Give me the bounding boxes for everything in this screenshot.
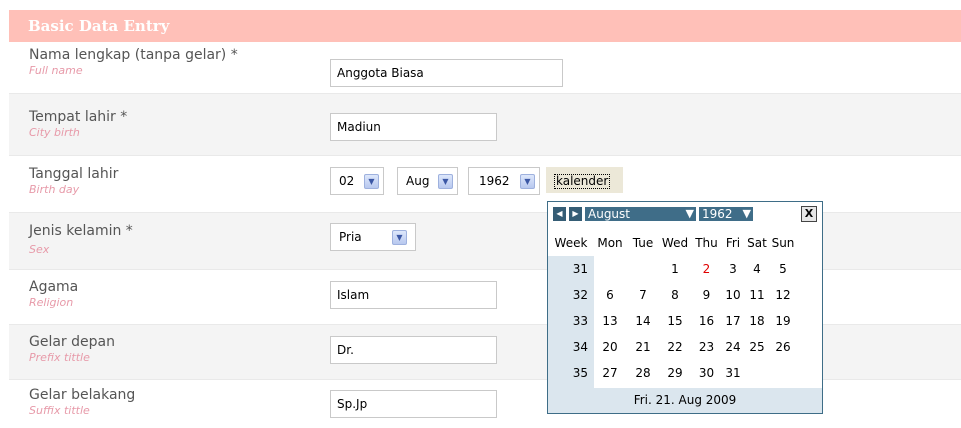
calendar-week-number: 32 <box>572 288 588 302</box>
calendar-day[interactable]: 28 <box>627 360 659 386</box>
calendar-toolbar: ◀ ▶ August ▼ 1962 ▼ X <box>548 202 822 230</box>
calendar-day[interactable]: 18 <box>744 308 770 334</box>
calendar-header-sat: Sat <box>747 236 767 250</box>
calendar-header-thu: Thu <box>695 236 718 250</box>
prefix-title-input[interactable] <box>330 336 497 364</box>
chevron-down-icon: ▼ <box>520 174 535 189</box>
calendar-day[interactable]: 8 <box>659 282 691 308</box>
calendar-day[interactable]: 15 <box>659 308 691 334</box>
suffix-title-label: Gelar belakang <box>29 387 136 403</box>
chevron-down-icon: ▼ <box>685 207 694 220</box>
full-name-sublabel: Full name <box>29 64 83 77</box>
calendar-day[interactable]: 21 <box>627 334 659 360</box>
prefix-title-sublabel: Prefix tittle <box>29 351 90 364</box>
chevron-down-icon: ▼ <box>742 207 751 220</box>
row-city-birth: Tempat lahir * City birth <box>9 94 961 156</box>
row-full-name: Nama lengkap (tanpa gelar) * Full name <box>9 42 961 94</box>
calendar-header-fri: Fri <box>725 236 741 250</box>
calendar-day[interactable]: 14 <box>627 308 659 334</box>
calendar-day[interactable]: 9 <box>691 282 722 308</box>
calendar-day[interactable]: 10 <box>722 282 744 308</box>
calendar-header-week: Week <box>554 236 588 250</box>
birth-month-value: Aug <box>406 174 430 188</box>
sex-value: Pria <box>339 230 362 244</box>
kalender-button[interactable]: kalender <box>545 166 624 194</box>
calendar-week-number: 31 <box>572 262 588 276</box>
full-name-input[interactable] <box>330 59 563 87</box>
birth-day-label: Tanggal lahir <box>29 166 119 182</box>
calendar-week-number: 34 <box>572 340 588 354</box>
calendar-day[interactable]: 23 <box>691 334 722 360</box>
calendar-day[interactable]: 30 <box>691 360 722 386</box>
calendar-day[interactable]: 11 <box>744 282 770 308</box>
calendar-day[interactable]: 13 <box>595 308 625 334</box>
calendar-header-wed: Wed <box>661 236 689 250</box>
chevron-down-icon: ▼ <box>438 174 453 189</box>
sex-label: Jenis kelamin * <box>29 223 133 239</box>
city-birth-sublabel: City birth <box>29 126 80 139</box>
birth-day-sublabel: Birth day <box>29 183 80 196</box>
calendar-day[interactable]: 4 <box>744 256 770 282</box>
calendar-day[interactable]: 2 <box>691 256 722 282</box>
birth-year-value: 1962 <box>479 174 510 188</box>
calendar-day[interactable]: 1 <box>659 256 691 282</box>
birth-day-select[interactable]: 02 ▼ <box>330 167 384 195</box>
calendar-day[interactable]: 20 <box>595 334 625 360</box>
calendar-day[interactable]: 16 <box>691 308 722 334</box>
calendar-week-number: 35 <box>572 366 588 380</box>
city-birth-input[interactable] <box>330 113 497 141</box>
sex-sublabel: Sex <box>29 243 50 256</box>
calendar-day[interactable]: 7 <box>627 282 659 308</box>
calendar-day[interactable]: 24 <box>722 334 744 360</box>
chevron-down-icon: ▼ <box>364 174 379 189</box>
calendar-month-value: August <box>588 207 630 221</box>
calendar-header-sun: Sun <box>771 236 795 250</box>
calendar-month-select[interactable]: August ▼ <box>584 206 697 222</box>
birth-year-select[interactable]: 1962 ▼ <box>468 167 540 195</box>
calendar-weekday-header: Week Mon Tue Wed Thu Fri Sat Sun <box>548 232 822 254</box>
calendar-day[interactable]: 17 <box>722 308 744 334</box>
calendar-footer-date: Fri. 21. Aug 2009 <box>633 393 737 407</box>
calendar-header-mon: Mon <box>597 236 623 250</box>
calendar-day[interactable]: 25 <box>744 334 770 360</box>
calendar-week-number: 33 <box>572 314 588 328</box>
calendar-day[interactable]: 26 <box>770 334 796 360</box>
sex-select[interactable]: Pria ▼ <box>330 223 416 251</box>
birth-day-value: 02 <box>339 174 355 188</box>
calendar-footer: Fri. 21. Aug 2009 <box>548 388 822 413</box>
prefix-title-label: Gelar depan <box>29 334 115 350</box>
calendar-day[interactable]: 22 <box>659 334 691 360</box>
kalender-button-label: kalender <box>554 174 611 189</box>
calendar-year-value: 1962 <box>702 207 733 221</box>
calendar-popup: ◀ ▶ August ▼ 1962 ▼ X Week Mon Tue Wed Thu Fr… <box>547 201 823 414</box>
calendar-day[interactable]: 12 <box>770 282 796 308</box>
calendar-header-tue: Tue <box>632 236 654 250</box>
religion-sublabel: Religion <box>29 296 74 309</box>
calendar-day[interactable]: 27 <box>595 360 625 386</box>
calendar-year-select[interactable]: 1962 ▼ <box>698 206 754 222</box>
suffix-title-input[interactable] <box>330 390 497 418</box>
next-month-icon[interactable]: ▶ <box>568 206 583 222</box>
close-icon[interactable]: X <box>801 206 817 222</box>
calendar-day[interactable]: 3 <box>722 256 744 282</box>
calendar-day[interactable]: 5 <box>770 256 796 282</box>
prev-month-icon[interactable]: ◀ <box>552 206 567 222</box>
calendar-day[interactable]: 6 <box>595 282 625 308</box>
calendar-day[interactable]: 19 <box>770 308 796 334</box>
calendar-day[interactable]: 29 <box>659 360 691 386</box>
calendar-day[interactable]: 31 <box>722 360 744 386</box>
suffix-title-sublabel: Suffix tittle <box>29 404 90 417</box>
full-name-label: Nama lengkap (tanpa gelar) * <box>29 47 238 63</box>
chevron-down-icon: ▼ <box>392 230 407 245</box>
religion-label: Agama <box>29 279 79 295</box>
section-header: Basic Data Entry <box>9 10 961 42</box>
city-birth-label: Tempat lahir * <box>29 109 128 125</box>
birth-month-select[interactable]: Aug ▼ <box>397 167 458 195</box>
religion-input[interactable] <box>330 281 497 309</box>
